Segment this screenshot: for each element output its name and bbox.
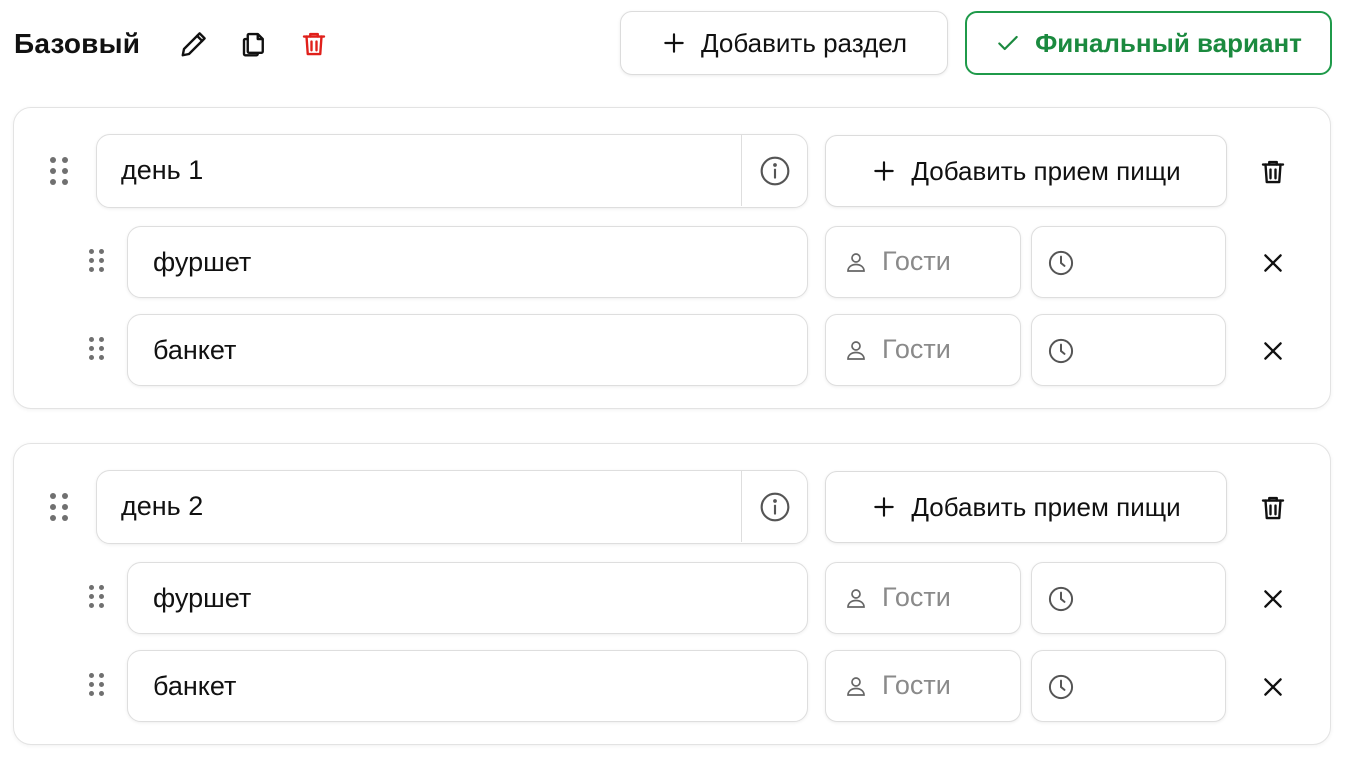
meal-name-field	[127, 650, 808, 722]
close-icon[interactable]	[1258, 672, 1288, 702]
meal-name-input[interactable]	[128, 315, 807, 385]
copy-icon[interactable]	[236, 26, 272, 62]
meal-row	[14, 650, 1330, 722]
drag-handle-icon[interactable]	[50, 157, 68, 185]
meal-name-field	[127, 562, 808, 634]
final-variant-label: Финальный вариант	[1035, 27, 1302, 58]
day-field	[96, 134, 808, 208]
time-picker[interactable]	[1031, 650, 1226, 722]
clock-icon	[1048, 338, 1074, 364]
add-section-button[interactable]: Добавить раздел	[620, 11, 948, 75]
guests-input[interactable]	[882, 315, 1018, 384]
meal-name-field	[127, 314, 808, 386]
close-icon[interactable]	[1258, 336, 1288, 366]
menu-editor: Базовый Добавить раздел Финальный вариан…	[0, 0, 1346, 770]
guests-field	[825, 226, 1021, 298]
guests-field	[825, 314, 1021, 386]
drag-handle-icon[interactable]	[89, 337, 104, 360]
clock-icon	[1048, 250, 1074, 276]
clock-icon	[1048, 674, 1074, 700]
meal-name-input[interactable]	[128, 227, 807, 297]
close-icon[interactable]	[1258, 248, 1288, 278]
meal-row	[14, 226, 1330, 298]
day-field	[96, 470, 808, 544]
guests-input[interactable]	[882, 227, 1018, 296]
meal-row	[14, 314, 1330, 386]
pencil-icon[interactable]	[176, 26, 212, 62]
drag-handle-icon[interactable]	[89, 673, 104, 696]
meal-row	[14, 562, 1330, 634]
time-picker[interactable]	[1031, 226, 1226, 298]
time-picker[interactable]	[1031, 562, 1226, 634]
drag-handle-icon[interactable]	[50, 493, 68, 521]
guests-field	[825, 650, 1021, 722]
meal-name-input[interactable]	[128, 651, 807, 721]
user-icon	[847, 677, 865, 696]
day-name-input[interactable]	[97, 135, 743, 206]
section-card: Добавить прием пищи	[13, 107, 1331, 409]
clock-icon	[1048, 586, 1074, 612]
delete-section-trash-icon[interactable]	[1254, 153, 1292, 191]
menu-title: Базовый	[14, 28, 141, 59]
day-name-input[interactable]	[97, 471, 743, 542]
close-icon[interactable]	[1258, 584, 1288, 614]
user-icon	[847, 253, 865, 272]
guests-field	[825, 562, 1021, 634]
plus-icon	[664, 33, 684, 53]
user-icon	[847, 589, 865, 608]
add-meal-button[interactable]: Добавить прием пищи	[825, 471, 1227, 543]
drag-handle-icon[interactable]	[89, 585, 104, 608]
add-section-label: Добавить раздел	[700, 27, 908, 58]
info-icon[interactable]	[741, 471, 807, 542]
user-icon	[847, 341, 865, 360]
add-meal-label: Добавить прием пищи	[911, 491, 1181, 522]
plus-icon	[874, 497, 895, 517]
check-icon	[998, 35, 1018, 51]
plus-icon	[874, 161, 895, 181]
meal-name-field	[127, 226, 808, 298]
add-meal-button[interactable]: Добавить прием пищи	[825, 135, 1227, 207]
add-meal-label: Добавить прием пищи	[911, 155, 1181, 186]
guests-input[interactable]	[882, 651, 1018, 720]
delete-section-trash-icon[interactable]	[1254, 489, 1292, 527]
info-icon[interactable]	[741, 135, 807, 206]
meal-name-input[interactable]	[128, 563, 807, 633]
final-variant-button[interactable]: Финальный вариант	[965, 11, 1332, 75]
trash-icon[interactable]	[296, 26, 332, 62]
time-picker[interactable]	[1031, 314, 1226, 386]
guests-input[interactable]	[882, 563, 1018, 632]
drag-handle-icon[interactable]	[89, 249, 104, 272]
section-card: Добавить прием пищи	[13, 443, 1331, 745]
menu-header: Базовый Добавить раздел Финальный вариан…	[0, 0, 1346, 90]
